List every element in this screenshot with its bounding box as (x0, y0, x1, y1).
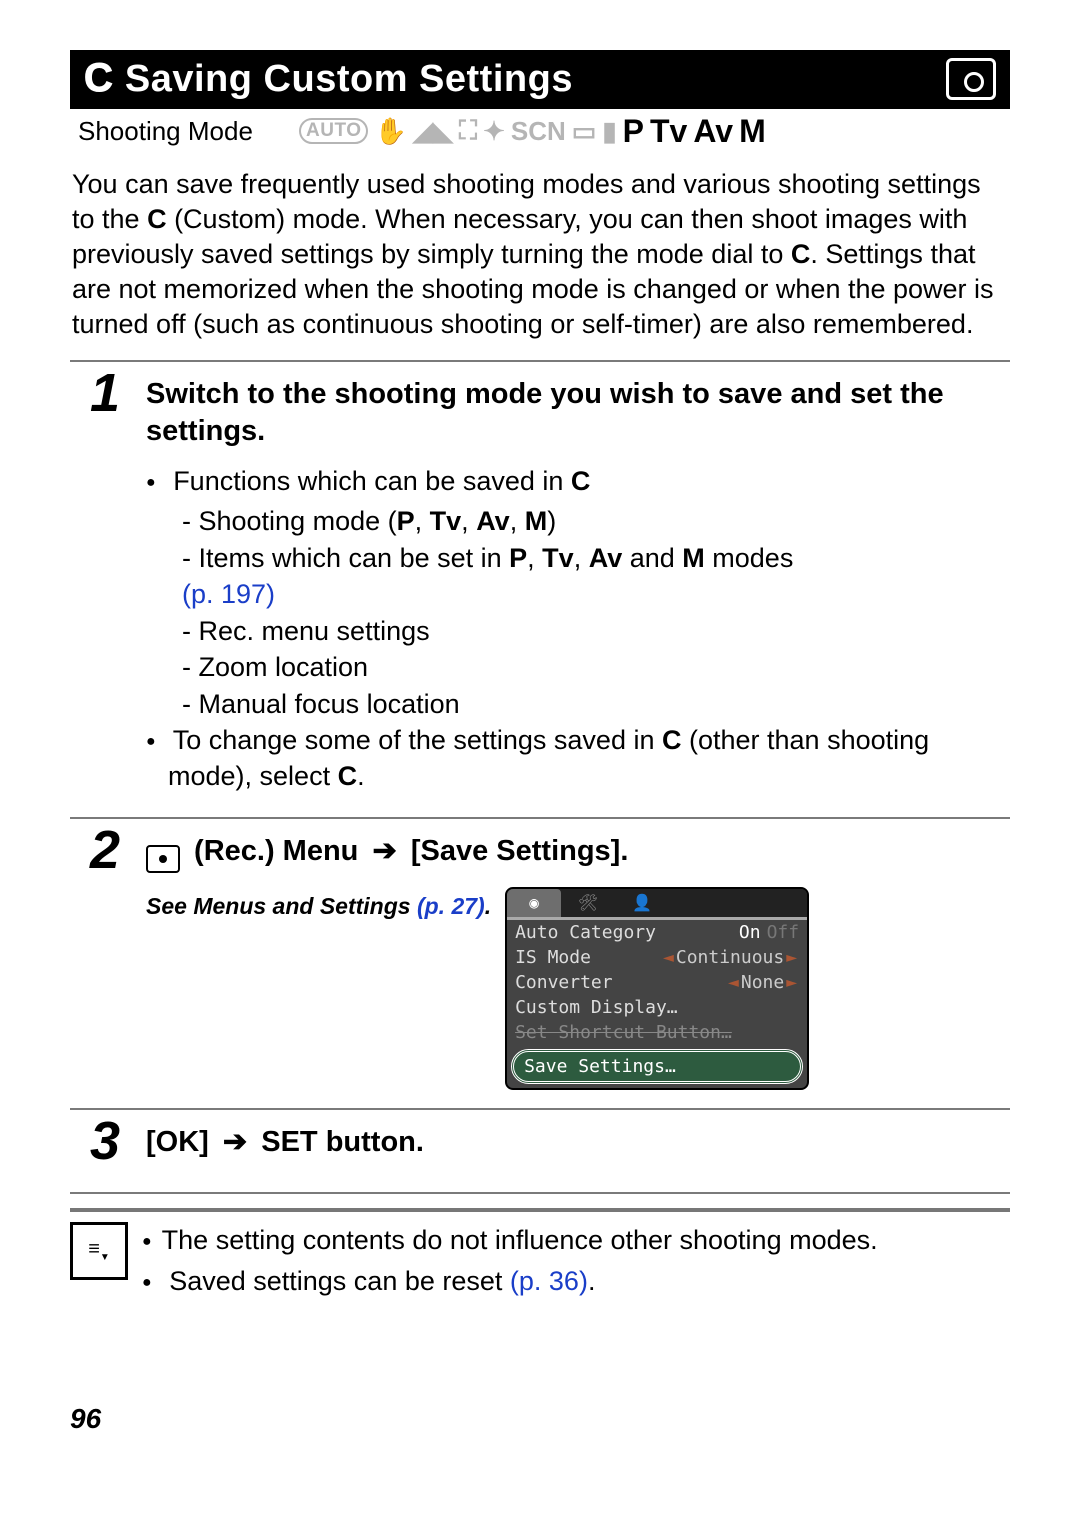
menu-item: Set Shortcut Button… (507, 1020, 807, 1045)
c-glyph-icon: C (84, 56, 113, 101)
dash-item: - Shooting mode (P, Tv, Av, M) (146, 503, 1004, 539)
mode-icon: ▭ (572, 116, 597, 147)
step-heading: [OK] ➔ SET button. (146, 1124, 1004, 1160)
dash-item: - Rec. menu settings (146, 613, 1004, 649)
bullet-item: To change some of the settings saved in … (146, 722, 1004, 795)
step-number: 3 (70, 1110, 140, 1192)
page-number: 96 (70, 1403, 1010, 1435)
menu-item-highlighted: Save Settings… (511, 1049, 803, 1084)
mode-m: M (739, 113, 766, 150)
step-row: 1 Switch to the shooting mode you wish t… (70, 362, 1010, 818)
dash-item: - Zoom location (146, 649, 1004, 685)
step-body: [OK] ➔ SET button. (140, 1110, 1010, 1192)
mode-icon: ⛶ (459, 115, 477, 147)
mode-scn-icon: SCN (511, 116, 566, 147)
intro-paragraph: You can save frequently used shooting mo… (72, 167, 1008, 342)
mode-p: P (623, 113, 644, 150)
arrow-right-icon: ➔ (372, 835, 396, 867)
camera-icon (946, 58, 996, 100)
shooting-mode-row: Shooting Mode AUTO ✋ ◢◣ ⛶ ✦ SCN ▭ ▮ P Tv… (70, 109, 1010, 153)
menu-item: IS Mode ◄Continuous► (507, 945, 807, 970)
mode-auto-icon: AUTO (299, 118, 368, 144)
menu-item: Converter ◄None► (507, 970, 807, 995)
page-reference-link[interactable]: (p. 197) (146, 576, 1004, 612)
bullet-item: Functions which can be saved in C (146, 463, 1004, 499)
see-reference: See Menus and Settings (p. 27). (146, 893, 491, 920)
menu-tab-user-icon: 👤 (615, 889, 669, 917)
notes-box: ≡▼ The setting contents do not influence… (70, 1208, 1010, 1303)
arrow-right-icon: ➔ (223, 1126, 247, 1158)
menu-tab-camera-icon: ◉ (507, 889, 561, 917)
c-glyph-inline: C (791, 239, 811, 269)
shooting-mode-icons: AUTO ✋ ◢◣ ⛶ ✦ SCN ▭ ▮ P Tv Av M (293, 113, 1010, 150)
step-number: 2 (70, 819, 140, 1108)
dash-item: - Items which can be set in P, Tv, Av an… (146, 540, 1004, 576)
menu-item: Auto Category OnOff (507, 920, 807, 945)
shooting-mode-label: Shooting Mode (70, 116, 293, 147)
step-heading: Switch to the shooting mode you wish to … (146, 376, 1004, 449)
rec-menu-icon (146, 845, 180, 873)
mode-icon: ✋ (374, 116, 406, 147)
menu-tabs: ◉ 🛠 👤 (507, 889, 807, 920)
section-title-text: Saving Custom Settings (125, 58, 573, 101)
mode-icon: ✦ (483, 116, 505, 147)
menu-tab-tools-icon: 🛠 (561, 889, 615, 917)
manual-page: C Saving Custom Settings Shooting Mode A… (0, 0, 1080, 1435)
dash-item: - Manual focus location (146, 686, 1004, 722)
c-glyph-inline: C (147, 204, 167, 234)
mode-icon: ◢◣ (413, 116, 453, 147)
note-item: The setting contents do not influence ot… (142, 1222, 1010, 1258)
mode-tv: Tv (650, 113, 687, 150)
menu-screenshot: ◉ 🛠 👤 Auto Category OnOff IS Mode ◄Conti… (505, 887, 809, 1090)
step-heading: (Rec.) Menu ➔ [Save Settings]. (146, 833, 1004, 873)
step-row: 2 (Rec.) Menu ➔ [Save Settings]. See Men… (70, 819, 1010, 1110)
step-body: (Rec.) Menu ➔ [Save Settings]. See Menus… (140, 819, 1010, 1108)
step-body: Switch to the shooting mode you wish to … (140, 362, 1010, 816)
menu-item: Custom Display… (507, 995, 807, 1020)
note-icon: ≡▼ (70, 1222, 128, 1280)
mode-av: Av (693, 113, 733, 150)
section-title-bar: C Saving Custom Settings (70, 50, 1010, 109)
page-reference-link[interactable]: (p. 27) (417, 893, 485, 919)
mode-icon: ▮ (602, 116, 616, 147)
steps-table: 1 Switch to the shooting mode you wish t… (70, 360, 1010, 1194)
section-title: C Saving Custom Settings (84, 56, 573, 101)
step-number: 1 (70, 362, 140, 816)
note-item: Saved settings can be reset (p. 36). (142, 1263, 1010, 1299)
step-row: 3 [OK] ➔ SET button. (70, 1110, 1010, 1194)
page-reference-link[interactable]: (p. 36) (510, 1266, 588, 1296)
